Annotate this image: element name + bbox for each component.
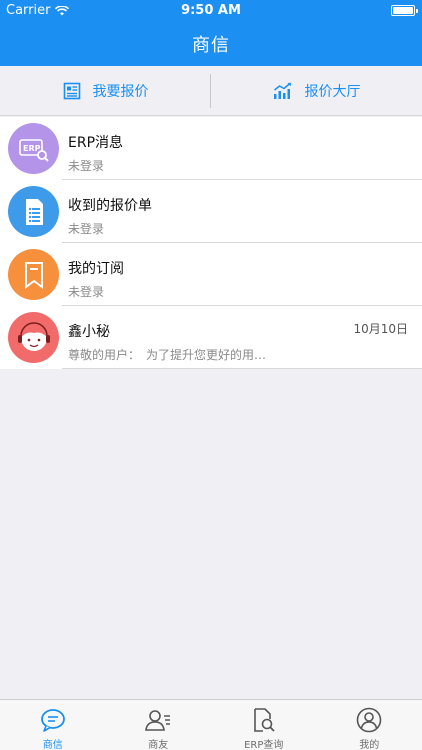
tab-label: ERP查询 [244, 740, 284, 750]
status-time: 9:50 AM [181, 3, 241, 18]
document-list-icon [25, 198, 43, 225]
list-item-received-quotes[interactable]: 收到的报价单 未登录 [0, 180, 422, 243]
tab-label: 商信 [42, 740, 63, 750]
quote-hall-button[interactable]: 报价大厅 [211, 66, 422, 116]
bookmark-icon [24, 261, 43, 289]
tab-messages[interactable]: 商信 [0, 700, 106, 750]
tab-erp-query[interactable]: ERP查询 [211, 700, 317, 750]
list-item-assistant[interactable]: 鑫小秘 尊敬的用户： 为了提升您更好的用… 10月10日 [0, 306, 422, 369]
item-title: 收到的报价单 [68, 198, 152, 214]
battery-icon [391, 5, 418, 16]
item-title: ERP消息 [68, 135, 124, 151]
status-bar: Carrier 9:50 AM [0, 0, 422, 22]
item-subtitle: 尊敬的用户： 为了提升您更好的用… [68, 348, 267, 362]
erp-query-icon [253, 708, 275, 732]
quote-sheet-icon [63, 82, 80, 100]
page-title: 商信 [192, 35, 230, 56]
chart-trend-icon [273, 82, 291, 99]
tab-label: 我的 [359, 740, 380, 750]
message-list: ERP ERP消息 未登录 收到的报价单 未登录 我的订阅 未登录 鑫小秘 尊敬… [0, 117, 422, 369]
assistant-avatar [8, 312, 59, 363]
item-subtitle: 未登录 [68, 159, 105, 173]
list-item-my-subscriptions[interactable]: 我的订阅 未登录 [0, 243, 422, 306]
item-title: 我的订阅 [68, 261, 124, 277]
row-separator [62, 368, 422, 369]
tab-label: 商友 [148, 740, 169, 750]
chat-bubble-icon [40, 709, 65, 732]
tab-contacts[interactable]: 商友 [106, 700, 212, 750]
quote-segment-bar: 我要报价 报价大厅 [0, 66, 422, 116]
app-header: Carrier 9:50 AM 商信 [0, 0, 422, 66]
item-subtitle: 未登录 [68, 285, 105, 299]
list-item-erp-message[interactable]: ERP ERP消息 未登录 [0, 117, 422, 180]
svg-text:ERP: ERP [23, 144, 41, 153]
my-quote-button[interactable]: 我要报价 [0, 66, 211, 116]
erp-search-icon: ERP [18, 138, 49, 162]
bottom-tab-bar: 商信 商友 ERP查询 我的 [0, 699, 422, 750]
profile-icon [356, 707, 382, 733]
erp-avatar: ERP [8, 123, 59, 174]
my-quote-label: 我要报价 [92, 84, 149, 100]
item-date: 10月10日 [353, 322, 408, 336]
subscription-avatar [8, 249, 59, 300]
quote-hall-label: 报价大厅 [304, 84, 361, 100]
tab-profile[interactable]: 我的 [317, 700, 422, 750]
item-subtitle: 未登录 [68, 222, 105, 236]
quotes-avatar [8, 186, 59, 237]
contacts-icon [145, 710, 171, 731]
item-title: 鑫小秘 [68, 324, 110, 340]
assistant-avatar-icon [17, 321, 50, 351]
